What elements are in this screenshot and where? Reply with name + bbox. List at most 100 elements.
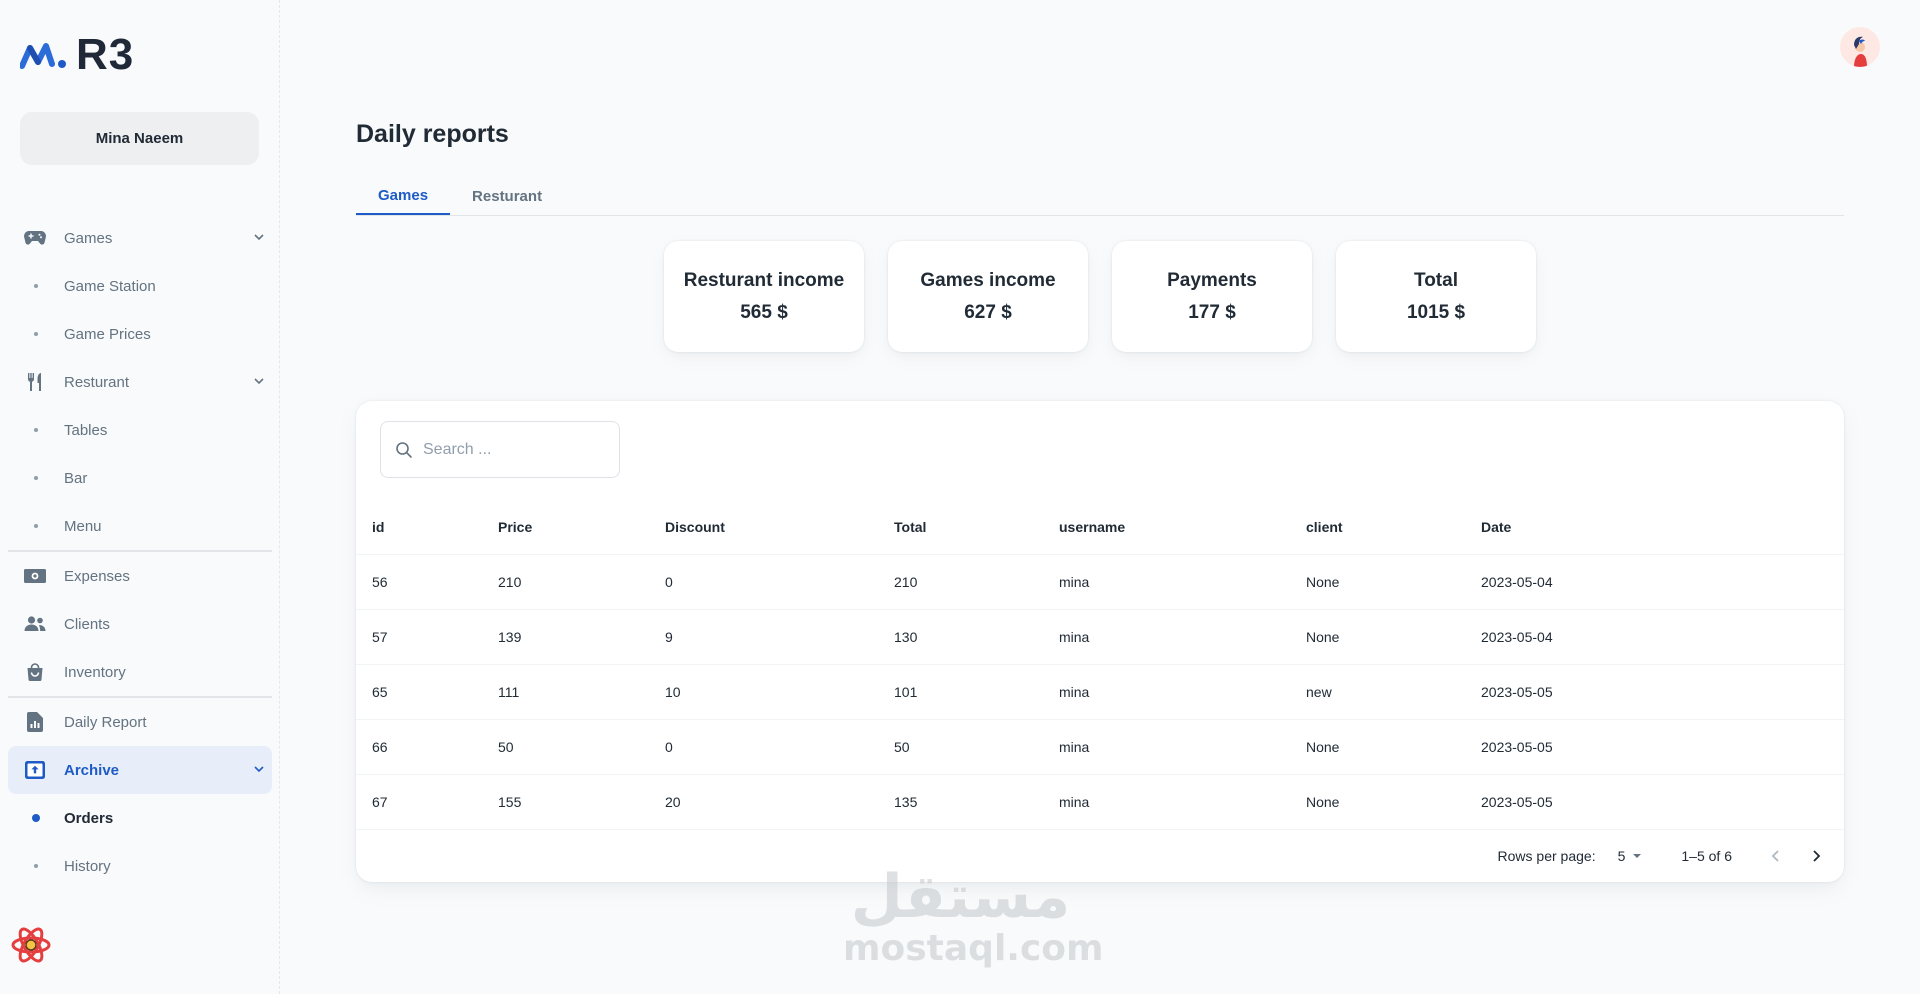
card-label: Resturant income — [683, 269, 845, 291]
watermark-latin: mostaql.com — [843, 928, 1104, 969]
cutlery-icon — [24, 371, 46, 393]
cell-price: 50 — [482, 719, 649, 775]
cell-total: 50 — [878, 719, 1043, 775]
card-value: 565 $ — [740, 301, 788, 323]
column-header-price[interactable]: Price — [482, 501, 649, 555]
cell-price: 210 — [482, 554, 649, 610]
watermark-arabic: مستقل — [850, 862, 1071, 932]
sidebar-item-label: Games — [64, 229, 113, 247]
tab-games[interactable]: Games — [356, 177, 451, 215]
money-icon — [24, 565, 46, 587]
watermark: مستقل mostaql.com — [843, 862, 1104, 975]
summary-cards: Resturant income 565 $ Games income 627 … — [664, 241, 1536, 352]
column-header-id[interactable]: id — [356, 501, 482, 555]
rows-per-page-select[interactable]: 5 — [1618, 848, 1644, 864]
column-header-discount[interactable]: Discount — [649, 501, 878, 555]
page-title: Daily reports — [356, 120, 509, 148]
next-page-button[interactable] — [1802, 842, 1830, 870]
cell-discount: 20 — [649, 774, 878, 830]
react-logo-icon[interactable] — [10, 924, 52, 966]
brand-name: R3 — [76, 30, 135, 79]
table-row[interactable]: 66 50 0 50 mina None 2023-05-05 — [356, 719, 1844, 775]
cell-total: 101 — [878, 664, 1043, 720]
cell-client: None — [1290, 774, 1465, 830]
rows-per-page-label: Rows per page: — [1497, 848, 1596, 864]
cell-price: 111 — [482, 664, 649, 720]
logo[interactable]: R3 — [20, 30, 134, 80]
chevron-right-icon — [1813, 850, 1821, 862]
cell-username: mina — [1043, 554, 1290, 610]
avatar[interactable] — [1840, 27, 1880, 67]
column-header-client[interactable]: client — [1290, 501, 1465, 555]
column-header-username[interactable]: username — [1043, 501, 1290, 555]
sidebar-item-label: Clients — [64, 615, 110, 633]
cell-client: None — [1290, 719, 1465, 775]
column-header-total[interactable]: Total — [878, 501, 1043, 555]
sidebar-item-label: Archive — [64, 761, 120, 779]
logo-mark-icon — [20, 43, 66, 69]
cell-client: None — [1290, 554, 1465, 610]
card-value: 1015 $ — [1406, 301, 1466, 323]
sidebar-nav: Games Game Station Game Prices Resturant… — [8, 214, 272, 890]
bullet-icon — [34, 428, 38, 432]
cell-discount: 10 — [649, 664, 878, 720]
cell-discount: 0 — [649, 554, 878, 610]
sidebar-item-label: Daily Report — [64, 713, 147, 731]
sidebar-item-game-prices[interactable]: Game Prices — [8, 310, 272, 358]
card-label: Total — [1414, 269, 1458, 291]
sidebar-item-label: Bar — [64, 469, 88, 487]
chevron-down-icon[interactable] — [252, 762, 266, 776]
sidebar-item-tables[interactable]: Tables — [8, 406, 272, 454]
card-payments: Payments 177 $ — [1112, 241, 1312, 352]
table-row[interactable]: 65 111 10 101 mina new 2023-05-05 — [356, 664, 1844, 720]
sidebar-item-resturant[interactable]: Resturant — [8, 358, 272, 406]
card-games-income: Games income 627 $ — [888, 241, 1088, 352]
table-row[interactable]: 56 210 0 210 mina None 2023-05-04 — [356, 554, 1844, 610]
card-label: Games income — [920, 269, 1056, 291]
sidebar-item-label: Orders — [64, 809, 114, 827]
sidebar-item-archive[interactable]: Archive — [8, 746, 272, 794]
caret-down-icon — [1633, 854, 1642, 858]
bullet-icon — [34, 524, 38, 528]
sidebar-item-game-station[interactable]: Game Station — [8, 262, 272, 310]
table-row[interactable]: 57 139 9 130 mina None 2023-05-04 — [356, 609, 1844, 665]
user-name: Mina Naeem — [95, 130, 184, 147]
bullet-icon — [34, 864, 38, 868]
search-input[interactable] — [423, 440, 603, 459]
table-row[interactable]: 67 155 20 135 mina None 2023-05-05 — [356, 774, 1844, 830]
sidebar-item-expenses[interactable]: Expenses — [8, 552, 272, 600]
sidebar-item-games[interactable]: Games — [8, 214, 272, 262]
sidebar-item-history[interactable]: History — [8, 842, 272, 890]
cell-id: 57 — [356, 609, 482, 665]
sidebar-item-clients[interactable]: Clients — [8, 600, 272, 648]
avatar-illustration-icon — [1854, 36, 1867, 67]
chevron-down-icon[interactable] — [252, 374, 266, 388]
tab-resturant[interactable]: Resturant — [450, 177, 564, 215]
sidebar-item-label: Tables — [64, 421, 108, 439]
sidebar-item-daily-report[interactable]: Daily Report — [8, 698, 272, 746]
cell-username: mina — [1043, 774, 1290, 830]
cell-date: 2023-05-05 — [1465, 774, 1844, 830]
chevron-down-icon[interactable] — [252, 230, 266, 244]
card-label: Payments — [1167, 269, 1257, 291]
bullet-icon — [34, 284, 38, 288]
sidebar-item-menu[interactable]: Menu — [8, 502, 272, 550]
cell-total: 135 — [878, 774, 1043, 830]
sidebar-item-orders[interactable]: Orders — [8, 794, 272, 842]
previous-page-button[interactable] — [1762, 842, 1790, 870]
cell-discount: 9 — [649, 609, 878, 665]
sidebar-item-bar[interactable]: Bar — [8, 454, 272, 502]
chevron-left-icon — [1771, 850, 1779, 862]
sidebar-item-label: Inventory — [64, 663, 126, 681]
sidebar-item-label: Game Prices — [64, 325, 151, 343]
search-box[interactable] — [380, 421, 620, 478]
sidebar-item-label: History — [64, 857, 111, 875]
column-header-date[interactable]: Date — [1465, 501, 1844, 555]
user-card[interactable]: Mina Naeem — [20, 112, 259, 165]
cell-discount: 0 — [649, 719, 878, 775]
card-value: 177 $ — [1188, 301, 1236, 323]
sidebar-item-inventory[interactable]: Inventory — [8, 648, 272, 696]
cell-id: 66 — [356, 719, 482, 775]
sidebar-item-label: Resturant — [64, 373, 130, 391]
card-resturant-income: Resturant income 565 $ — [664, 241, 864, 352]
